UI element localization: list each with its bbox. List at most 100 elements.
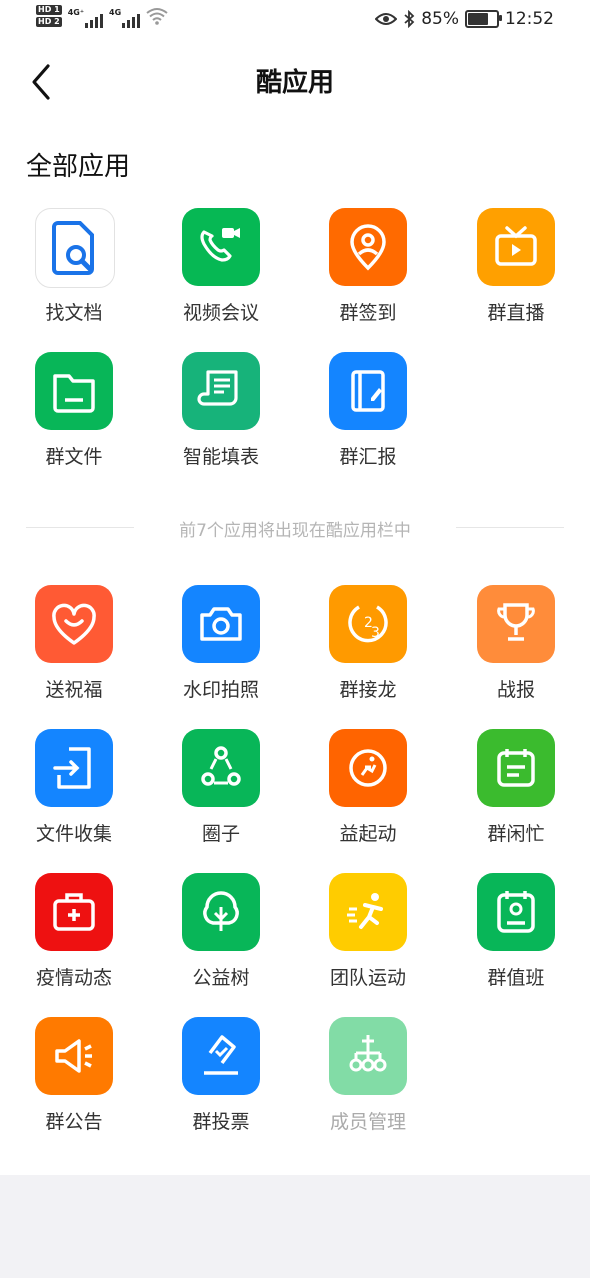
org-tree-icon — [349, 1035, 387, 1072]
bluetooth-icon — [404, 10, 415, 28]
app-circle-group[interactable]: 圈子 — [151, 729, 291, 859]
app-form-scroll[interactable]: 智能填表 — [151, 352, 291, 482]
trophy-icon — [497, 603, 535, 641]
app-tile — [182, 352, 260, 430]
app-label: 群直播 — [487, 302, 545, 324]
app-label: 疫情动态 — [35, 967, 112, 989]
sim2-badge: HD 2 — [36, 17, 62, 27]
app-label: 找文档 — [45, 302, 103, 324]
app-location-pin[interactable]: 群签到 — [298, 208, 438, 338]
heart-smile-icon — [52, 603, 96, 645]
app-label: 群公告 — [45, 1111, 103, 1133]
pinned-divider: 前7个应用将出现在酷应用栏中 — [26, 516, 564, 541]
signal-bars-icon — [85, 10, 104, 28]
app-tile — [35, 585, 113, 663]
app-tile — [35, 1017, 113, 1095]
app-label: 智能填表 — [182, 446, 259, 468]
app-tile — [477, 208, 555, 286]
app-label: 群汇报 — [339, 446, 397, 468]
battery-fill — [468, 13, 489, 25]
app-tile — [477, 729, 555, 807]
app-tile — [477, 585, 555, 663]
app-label: 团队运动 — [329, 967, 406, 989]
app-tree[interactable]: 公益树 — [151, 873, 291, 1003]
eye-icon — [375, 13, 398, 25]
app-label: 群投票 — [192, 1111, 250, 1133]
svg-text:3: 3 — [371, 625, 380, 641]
duty-badge-icon — [497, 891, 535, 933]
app-folder[interactable]: 群文件 — [4, 352, 144, 482]
app-tv-live[interactable]: 群直播 — [446, 208, 586, 338]
app-video-call[interactable]: 视频会议 — [151, 208, 291, 338]
app-tile — [35, 873, 113, 951]
app-label: 群闲忙 — [487, 823, 545, 845]
doc-search-icon — [52, 221, 94, 275]
signal-group: HD 1 HD 2 4G⁺ 4G — [36, 4, 168, 28]
signal-bars-icon — [122, 10, 141, 28]
app-label: 圈子 — [201, 823, 240, 845]
app-tile: 23 — [329, 585, 407, 663]
sim-indicators: HD 1 HD 2 — [36, 5, 62, 27]
app-runner-circle[interactable]: 益起动 — [298, 729, 438, 859]
signal-2: 4G — [109, 4, 141, 28]
app-relay-123[interactable]: 2 3 群接龙 — [298, 585, 438, 715]
vote-box-icon — [204, 1035, 238, 1075]
app-tile — [182, 729, 260, 807]
app-tile — [329, 352, 407, 430]
medical-kit-icon — [53, 893, 95, 931]
tree-icon — [203, 891, 239, 931]
signal-1: 4G⁺ — [67, 4, 104, 28]
network-type-1: 4G⁺ — [67, 8, 85, 17]
app-label: 群签到 — [339, 302, 397, 324]
app-label: 送祝福 — [45, 679, 103, 701]
runner-circle-icon — [349, 749, 387, 787]
app-tile — [329, 1017, 407, 1095]
network-type-2: 4G — [109, 8, 122, 17]
app-sprint[interactable]: 团队运动 — [298, 873, 438, 1003]
app-tile — [35, 208, 115, 288]
app-trophy[interactable]: 战报 — [446, 585, 586, 715]
app-org-tree[interactable]: 成员管理 — [298, 1017, 438, 1147]
app-label: 益起动 — [339, 823, 397, 845]
app-label: 群文件 — [45, 446, 103, 468]
app-tile — [329, 729, 407, 807]
app-tile — [35, 729, 113, 807]
app-calendar-status[interactable]: 群闲忙 — [446, 729, 586, 859]
app-label: 成员管理 — [329, 1111, 406, 1133]
app-doc-search[interactable]: 找文档 — [4, 208, 144, 338]
clock: 12:52 — [505, 9, 554, 29]
app-tile — [329, 208, 407, 286]
video-call-icon — [200, 228, 240, 262]
divider-text: 前7个应用将出现在酷应用栏中 — [179, 521, 411, 541]
app-report-book[interactable]: 群汇报 — [298, 352, 438, 482]
app-file-collect[interactable]: 文件收集 — [4, 729, 144, 859]
app-label: 水印拍照 — [182, 679, 259, 701]
app-label: 视频会议 — [182, 302, 259, 324]
app-tile — [35, 352, 113, 430]
app-tile — [182, 1017, 260, 1095]
app-tile — [182, 585, 260, 663]
app-label: 公益树 — [192, 967, 250, 989]
folder-icon — [53, 374, 95, 413]
app-tile — [182, 208, 260, 286]
app-heart-smile[interactable]: 送祝福 — [4, 585, 144, 715]
app-label: 群值班 — [487, 967, 545, 989]
app-tile — [477, 873, 555, 951]
app-camera[interactable]: 水印拍照 — [151, 585, 291, 715]
app-label: 群接龙 — [339, 679, 397, 701]
location-pin-icon — [350, 224, 386, 271]
file-collect-icon — [53, 747, 91, 789]
status-right: 85% 12:52 — [375, 9, 554, 29]
sprint-icon — [347, 893, 383, 929]
app-vote-box[interactable]: 群投票 — [151, 1017, 291, 1147]
app-duty-badge[interactable]: 群值班 — [446, 873, 586, 1003]
circle-group-icon — [201, 746, 241, 786]
app-tile — [182, 873, 260, 951]
section-title: 全部应用 — [26, 152, 131, 182]
app-medical-kit[interactable]: 疫情动态 — [4, 873, 144, 1003]
form-scroll-icon — [197, 370, 238, 406]
app-megaphone[interactable]: 群公告 — [4, 1017, 144, 1147]
tv-live-icon — [495, 226, 537, 266]
status-bar: HD 1 HD 2 4G⁺ 4G 85% 12:52 — [0, 0, 590, 42]
calendar-status-icon — [497, 749, 535, 787]
